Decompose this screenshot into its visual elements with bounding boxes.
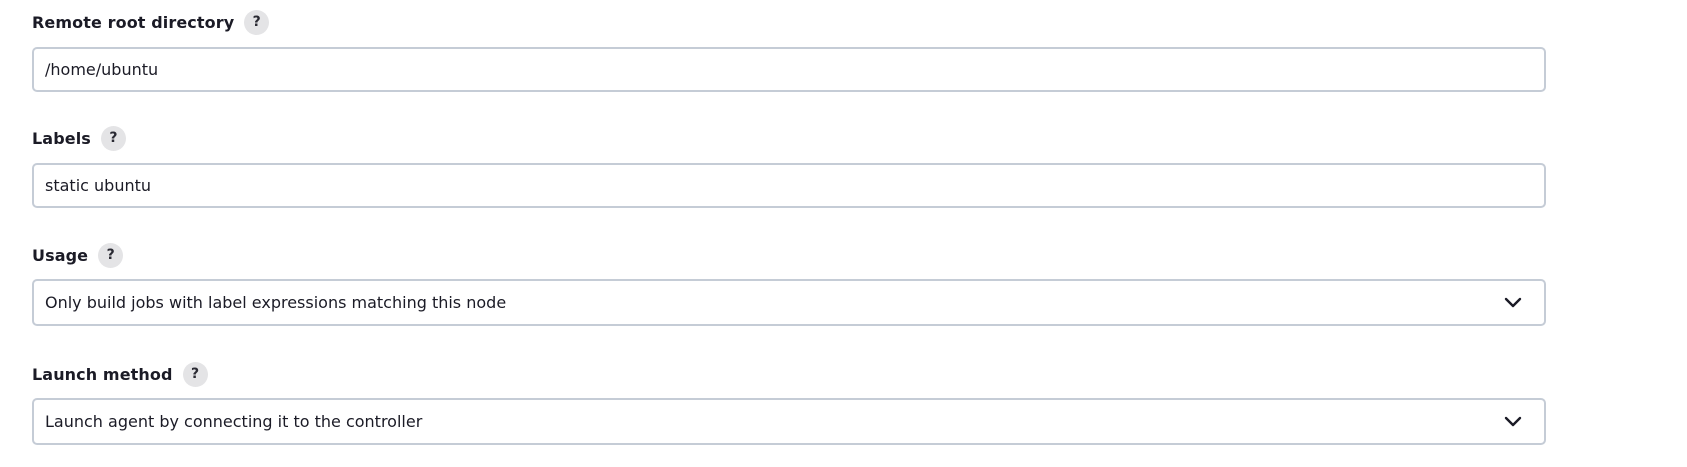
help-icon[interactable]: ? [100,125,126,151]
labels-input[interactable]: static ubuntu [32,163,1546,208]
help-icon[interactable]: ? [98,242,124,268]
labels-label-row: Labels ? [32,125,1546,151]
usage-select[interactable]: Only build jobs with label expressions m… [32,279,1546,326]
help-icon[interactable]: ? [182,361,208,387]
launch-method-label-row: Launch method ? [32,361,1546,387]
launch-method-selected-value: Launch agent by connecting it to the con… [45,412,423,431]
usage-label: Usage [32,245,89,265]
remote-root-directory-field: Remote root directory ? /home/ubuntu [32,9,1546,92]
remote-root-directory-value: /home/ubuntu [45,60,159,79]
chevron-down-icon [1503,412,1523,432]
help-icon[interactable]: ? [244,9,270,35]
remote-root-directory-label-row: Remote root directory ? [32,9,1546,35]
usage-selected-value: Only build jobs with label expressions m… [45,293,507,312]
labels-field: Labels ? static ubuntu [32,125,1546,208]
usage-label-row: Usage ? [32,242,1546,268]
chevron-down-icon [1503,293,1523,313]
remote-root-directory-input[interactable]: /home/ubuntu [32,47,1546,92]
launch-method-select[interactable]: Launch agent by connecting it to the con… [32,398,1546,445]
labels-label: Labels [32,128,91,148]
usage-field: Usage ? Only build jobs with label expre… [32,242,1546,326]
launch-method-label: Launch method [32,364,173,384]
remote-root-directory-label: Remote root directory [32,12,235,32]
launch-method-field: Launch method ? Launch agent by connecti… [32,361,1546,445]
labels-value: static ubuntu [45,176,152,195]
